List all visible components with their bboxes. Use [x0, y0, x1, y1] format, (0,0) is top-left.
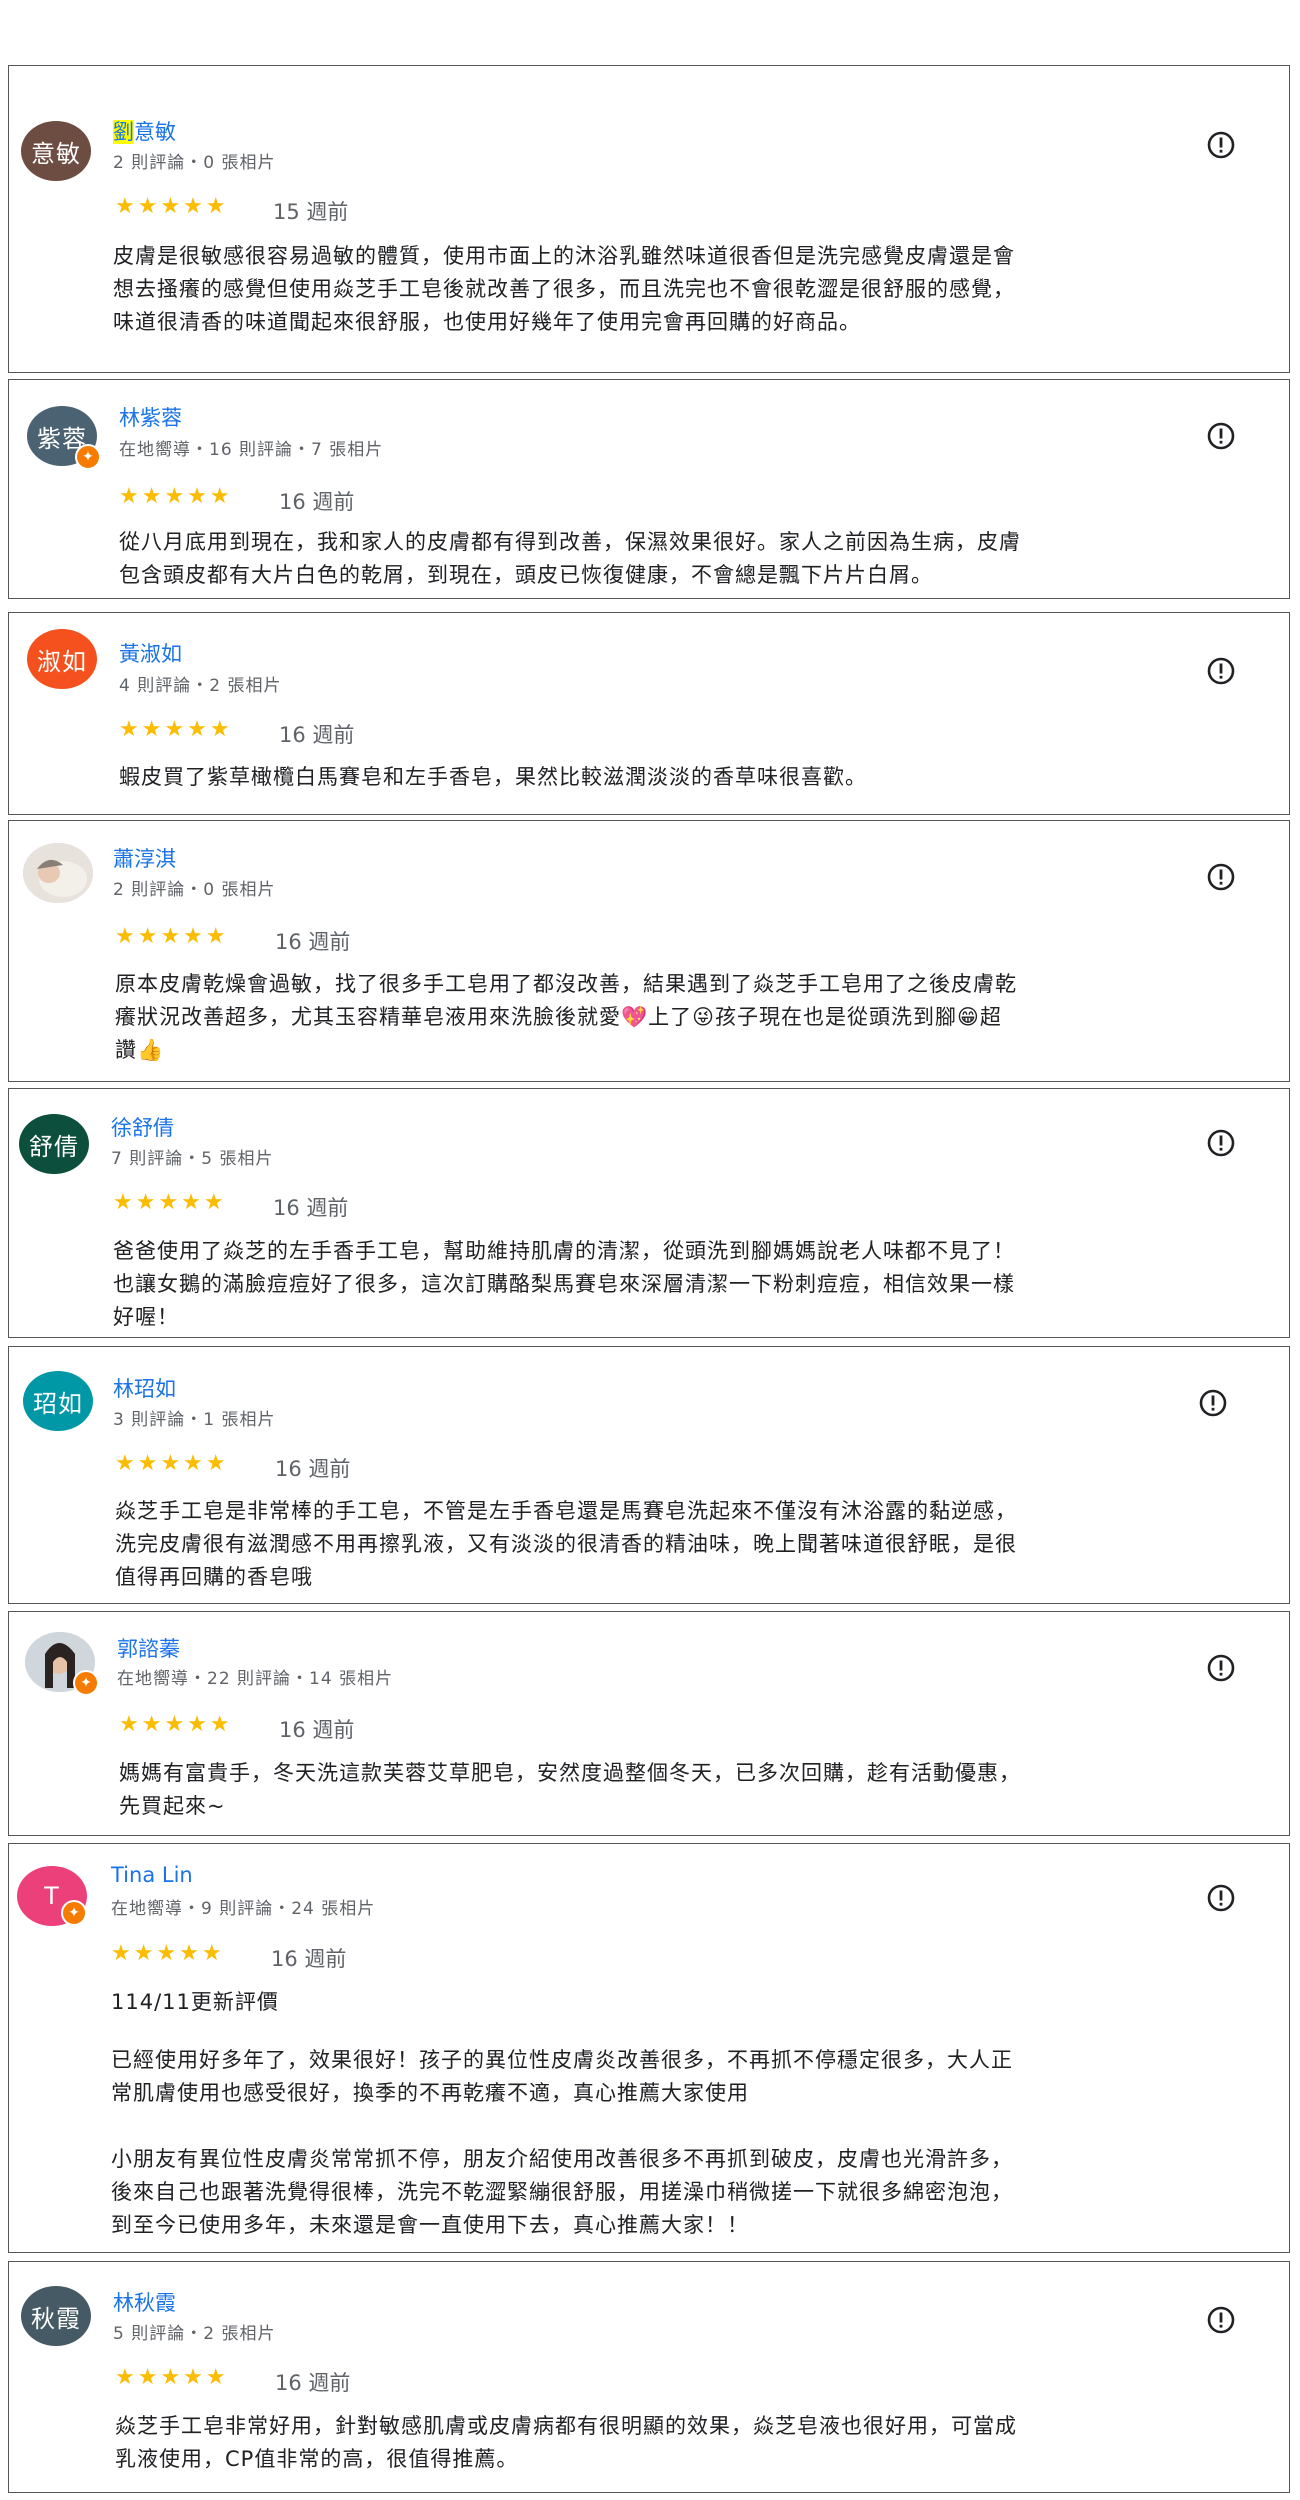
- avatar[interactable]: 秋霞: [21, 2286, 91, 2346]
- review-updated-label: 114/11更新評價: [111, 1990, 279, 2014]
- review-card: 舒倩 徐舒倩 7 則評論・5 張相片 ★★★★★ 16 週前 爸爸使用了焱芝的左…: [8, 1088, 1290, 1338]
- review-time: 16 週前: [273, 1196, 349, 1220]
- local-guide-badge-icon: ✦: [61, 1900, 87, 1926]
- local-guide-badge-icon: ✦: [75, 444, 101, 470]
- review-time: 16 週前: [271, 1947, 347, 1971]
- report-flag-icon[interactable]: [1205, 420, 1237, 452]
- avatar[interactable]: 玿如: [23, 1371, 93, 1431]
- star-rating: ★★★★★: [113, 1190, 227, 1215]
- reviewer-stats: 4 則評論・2 張相片: [119, 676, 282, 696]
- review-text: 媽媽有富貴手，冬天洗這款芙蓉艾草肥皂，安然度過整個冬天，已多次回購，趁有活動優惠…: [119, 1761, 1021, 1818]
- reviewer-stats: 2 則評論・0 張相片: [113, 153, 276, 173]
- review-card: T ✦ Tina Lin 在地嚮導・9 則評論・24 張相片 ★★★★★ 16 …: [8, 1843, 1290, 2253]
- report-flag-icon[interactable]: [1205, 655, 1237, 687]
- reviewer-stats: 在地嚮導・9 則評論・24 張相片: [111, 1899, 376, 1919]
- review-time: 16 週前: [279, 723, 355, 747]
- report-flag-icon[interactable]: [1197, 1387, 1229, 1419]
- report-flag-icon[interactable]: [1205, 861, 1237, 893]
- reviewer-stats: 在地嚮導・16 則評論・7 張相片: [119, 440, 384, 460]
- reviewer-name[interactable]: 林紫蓉: [119, 402, 182, 432]
- reviewer-stats: 3 則評論・1 張相片: [113, 1410, 276, 1430]
- review-card: 淑如 黃淑如 4 則評論・2 張相片 ★★★★★ 16 週前 蝦皮買了紫草橄欖白…: [8, 612, 1290, 815]
- star-rating: ★★★★★: [119, 1712, 233, 1737]
- reviewer-stats: 7 則評論・5 張相片: [111, 1149, 274, 1169]
- report-flag-icon[interactable]: [1205, 1652, 1237, 1684]
- review-card: 秋霞 林秋霞 5 則評論・2 張相片 ★★★★★ 16 週前 焱芝手工皂非常好用…: [8, 2261, 1290, 2493]
- review-time: 16 週前: [275, 930, 351, 954]
- avatar[interactable]: 意敏: [21, 121, 91, 181]
- reviewer-name[interactable]: 郭諮蓁: [117, 1633, 180, 1663]
- name-search-highlight: 劉: [113, 120, 134, 144]
- review-time: 16 週前: [275, 2371, 351, 2395]
- star-rating: ★★★★★: [115, 1451, 229, 1476]
- review-text: 已經使用好多年了，效果很好！孩子的異位性皮膚炎改善很多，不再抓不停穩定很多，大人…: [111, 2048, 1013, 2237]
- avatar[interactable]: [23, 843, 93, 903]
- report-flag-icon[interactable]: [1205, 129, 1237, 161]
- local-guide-badge-icon: ✦: [73, 1670, 99, 1696]
- star-rating: ★★★★★: [119, 484, 233, 509]
- review-card: 意敏 劉意敏 2 則評論・0 張相片 ★★★★★ 15 週前 皮膚是很敏感很容易…: [8, 65, 1290, 373]
- star-rating: ★★★★★: [111, 1941, 225, 1966]
- reviewer-name[interactable]: 徐舒倩: [111, 1112, 174, 1142]
- star-rating: ★★★★★: [115, 2365, 229, 2390]
- review-card: 玿如 林玿如 3 則評論・1 張相片 ★★★★★ 16 週前 焱芝手工皂是非常棒…: [8, 1346, 1290, 1604]
- report-flag-icon[interactable]: [1205, 1882, 1237, 1914]
- review-text: 從八月底用到現在，我和家人的皮膚都有得到改善，保濕效果很好。家人之前因為生病，皮…: [119, 530, 1021, 587]
- review-text: 焱芝手工皂是非常棒的手工皂，不管是左手香皂還是馬賽皂洗起來不僅沒有沐浴露的黏逆感…: [115, 1499, 1017, 1589]
- reviewer-stats: 在地嚮導・22 則評論・14 張相片: [117, 1669, 394, 1689]
- report-flag-icon[interactable]: [1205, 1127, 1237, 1159]
- review-text: 原本皮膚乾燥會過敏，找了很多手工皂用了都沒改善，結果遇到了焱芝手工皂用了之後皮膚…: [115, 972, 1017, 1062]
- reviewer-stats: 5 則評論・2 張相片: [113, 2324, 276, 2344]
- review-text: 焱芝手工皂非常好用，針對敏感肌膚或皮膚病都有很明顯的效果，焱芝皂液也很好用，可當…: [115, 2414, 1017, 2471]
- reviewer-name[interactable]: 黃淑如: [119, 638, 182, 668]
- reviewer-name[interactable]: 蕭淳淇: [113, 843, 176, 873]
- reviewer-name[interactable]: Tina Lin: [111, 1863, 193, 1887]
- profile-photo: [23, 843, 93, 903]
- star-rating: ★★★★★: [119, 717, 233, 742]
- reviewer-stats: 2 則評論・0 張相片: [113, 880, 276, 900]
- review-time: 16 週前: [275, 1457, 351, 1481]
- review-time: 15 週前: [273, 200, 349, 224]
- review-card: 蕭淳淇 2 則評論・0 張相片 ★★★★★ 16 週前 原本皮膚乾燥會過敏，找了…: [8, 820, 1290, 1082]
- reviewer-name[interactable]: 劉意敏: [113, 116, 176, 146]
- avatar[interactable]: 舒倩: [19, 1114, 89, 1174]
- review-time: 16 週前: [279, 1718, 355, 1742]
- review-card: ✦ 郭諮蓁 在地嚮導・22 則評論・14 張相片 ★★★★★ 16 週前 媽媽有…: [8, 1611, 1290, 1836]
- review-text: 皮膚是很敏感很容易過敏的體質，使用市面上的沐浴乳雖然味道很香但是洗完感覺皮膚還是…: [113, 244, 1015, 334]
- review-text: 爸爸使用了焱芝的左手香手工皂，幫助維持肌膚的清潔，從頭洗到腳媽媽說老人味都不見了…: [113, 1239, 1015, 1329]
- reviewer-name-rest: 意敏: [134, 120, 176, 144]
- review-card: 紫蓉 ✦ 林紫蓉 在地嚮導・16 則評論・7 張相片 ★★★★★ 16 週前 從…: [8, 379, 1290, 599]
- reviewer-name[interactable]: 林玿如: [113, 1373, 176, 1403]
- star-rating: ★★★★★: [115, 194, 229, 219]
- star-rating: ★★★★★: [115, 924, 229, 949]
- avatar[interactable]: 淑如: [27, 629, 97, 689]
- report-flag-icon[interactable]: [1205, 2304, 1237, 2336]
- review-text: 蝦皮買了紫草橄欖白馬賽皂和左手香皂，果然比較滋潤淡淡的香草味很喜歡。: [119, 765, 867, 789]
- reviewer-name[interactable]: 林秋霞: [113, 2287, 176, 2317]
- review-time: 16 週前: [279, 490, 355, 514]
